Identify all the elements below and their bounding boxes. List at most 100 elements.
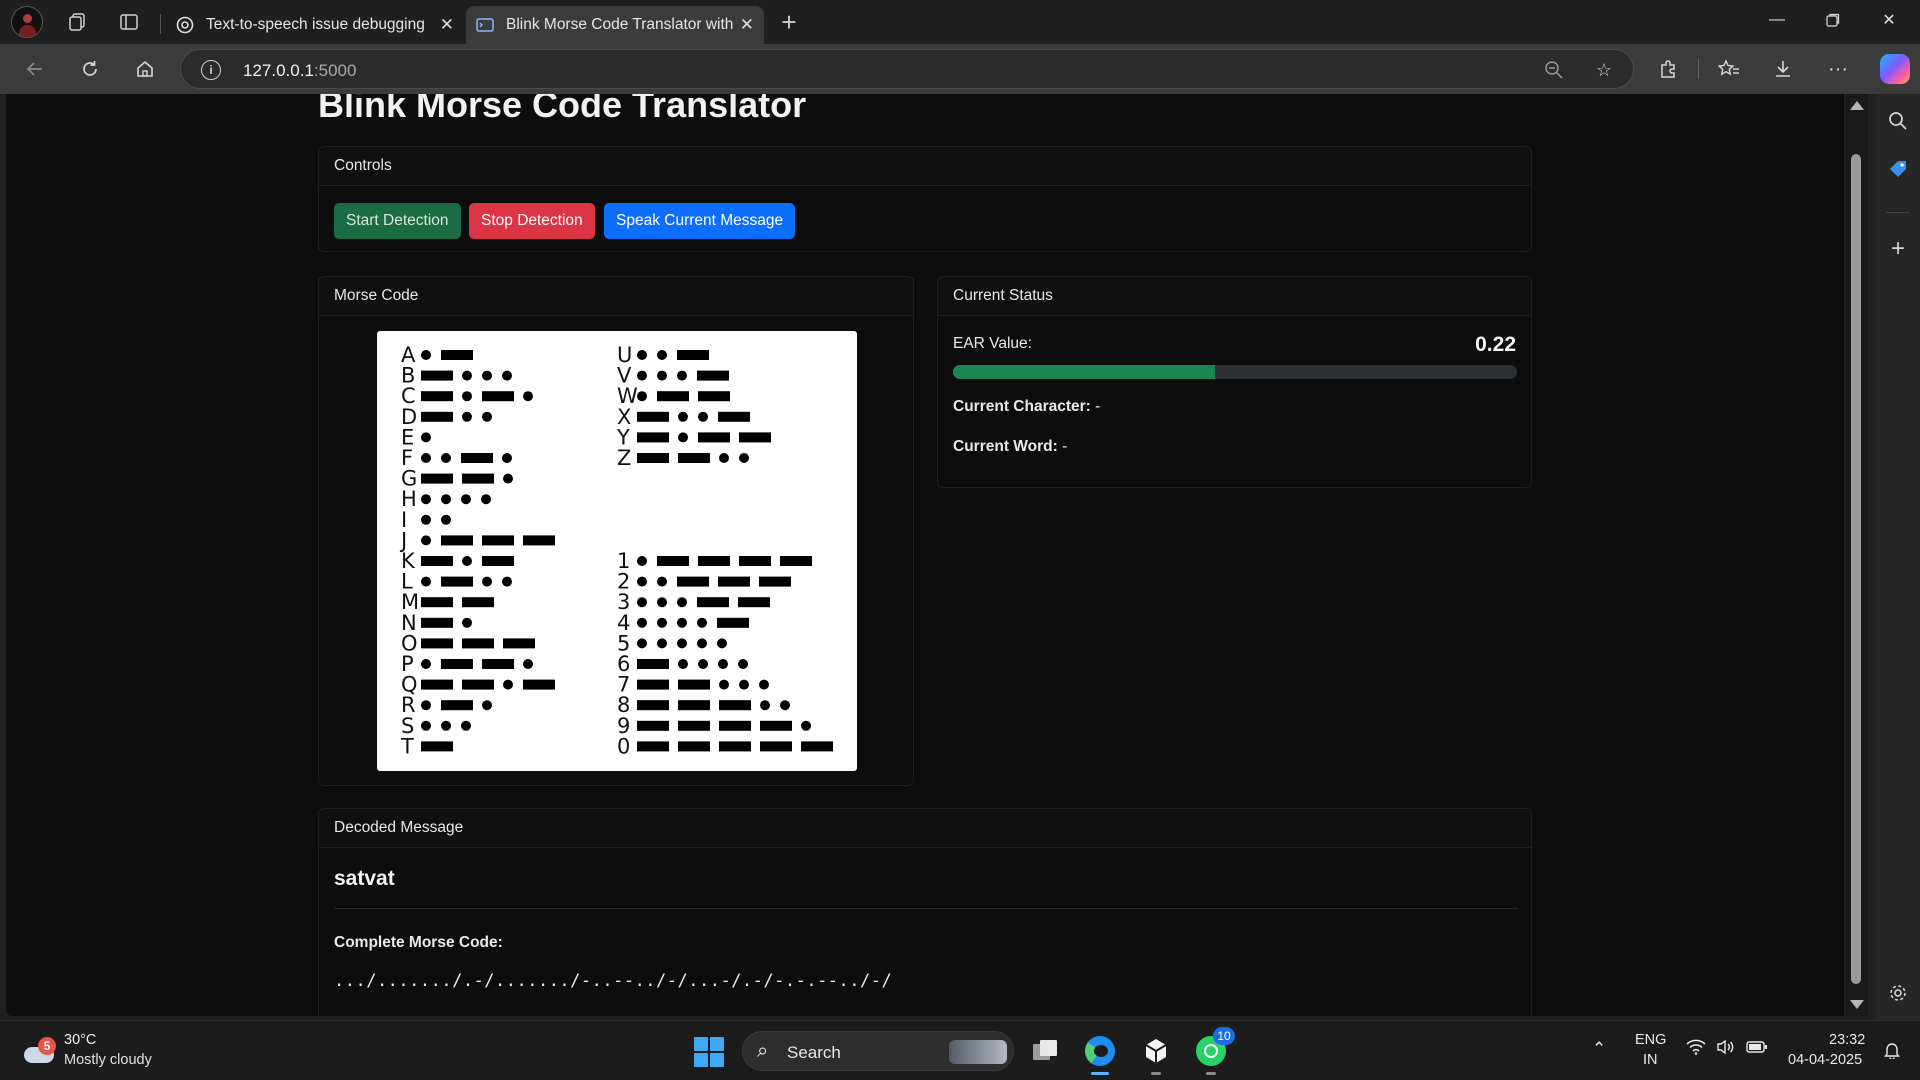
extensions-icon[interactable] xyxy=(1652,54,1684,84)
morse-dot xyxy=(462,411,472,422)
morse-dash xyxy=(441,700,473,711)
morse-dot xyxy=(482,700,492,711)
start-detection-button[interactable]: Start Detection xyxy=(334,203,461,239)
morse-dot xyxy=(421,453,431,463)
morse-dash xyxy=(678,741,710,752)
add-sidebar-app-icon[interactable]: + xyxy=(1883,234,1913,264)
url-text: 127.0.0.1:5000 xyxy=(243,61,357,80)
site-info-icon[interactable]: i xyxy=(201,60,221,80)
morse-dash xyxy=(760,720,792,731)
copilot-icon[interactable] xyxy=(1880,54,1910,84)
more-menu-icon[interactable]: ··· xyxy=(1822,54,1854,84)
show-hidden-icons-icon[interactable]: ⌃ xyxy=(1592,1039,1606,1059)
page-scrollbar[interactable] xyxy=(1846,94,1868,1016)
complete-morse-label: Complete Morse Code: xyxy=(334,934,503,951)
speak-message-button[interactable]: Speak Current Message xyxy=(604,203,796,239)
morse-dash xyxy=(482,391,514,402)
morse-dot xyxy=(698,659,708,669)
search-icon: ⌕ xyxy=(757,1040,769,1062)
task-view-icon[interactable] xyxy=(1028,1033,1064,1069)
restore-icon[interactable] xyxy=(1805,0,1861,40)
tab-blink-morse[interactable]: Blink Morse Code Translator with ✕ xyxy=(466,6,764,44)
stop-detection-button[interactable]: Stop Detection xyxy=(469,203,595,239)
tab-text-to-speech[interactable]: Text-to-speech issue debugging ✕ xyxy=(166,6,464,44)
app-cube-icon[interactable] xyxy=(1138,1033,1174,1075)
morse-code-card: Morse Code ABCDEFGHIJKLMNOPQRSTUVWXYZ123… xyxy=(318,276,914,786)
scroll-up-icon[interactable] xyxy=(1850,101,1864,110)
morse-dot xyxy=(718,659,728,669)
edge-app-icon[interactable] xyxy=(1082,1033,1118,1075)
current-word: Current Word: - xyxy=(953,438,1068,455)
favorites-icon[interactable] xyxy=(1713,54,1745,84)
notifications-icon[interactable] xyxy=(1884,1041,1900,1064)
morse-char-T: T xyxy=(400,734,414,758)
vertical-tabs-icon[interactable] xyxy=(114,8,144,36)
weather-temperature[interactable]: 30°C xyxy=(64,1032,96,1048)
morse-dash xyxy=(482,535,514,546)
close-window-icon[interactable]: ✕ xyxy=(1861,0,1917,40)
morse-dot xyxy=(482,370,492,381)
favorite-star-icon[interactable]: ☆ xyxy=(1591,57,1617,83)
morse-dot xyxy=(637,638,647,649)
morse-dash xyxy=(421,679,453,690)
morse-dash xyxy=(462,597,494,608)
downloads-icon[interactable] xyxy=(1767,54,1799,84)
morse-dash xyxy=(482,659,514,669)
weather-description[interactable]: Mostly cloudy xyxy=(64,1052,152,1068)
morse-dot xyxy=(637,617,647,628)
start-menu-icon[interactable] xyxy=(694,1037,724,1067)
morse-dash xyxy=(637,411,669,422)
new-tab-icon[interactable]: + xyxy=(774,7,804,37)
morse-dot xyxy=(697,638,707,649)
search-highlight-icon xyxy=(949,1040,1007,1064)
clock-time[interactable]: 23:32 xyxy=(1829,1032,1865,1048)
morse-dash xyxy=(760,741,792,752)
status-header: Current Status xyxy=(938,277,1531,316)
weather-badge: 5 xyxy=(38,1037,56,1055)
scroll-down-icon[interactable] xyxy=(1850,1000,1864,1009)
morse-dash xyxy=(461,453,493,463)
morse-dot xyxy=(503,679,513,690)
morse-dot xyxy=(637,597,647,608)
current-character: Current Character: - xyxy=(953,398,1101,415)
zoom-out-icon[interactable] xyxy=(1541,57,1567,83)
address-bar[interactable]: i 127.0.0.1:5000 ☆ xyxy=(180,49,1634,89)
morse-dash xyxy=(698,432,730,443)
back-icon[interactable] xyxy=(19,54,51,84)
ear-label: EAR Value: xyxy=(953,335,1032,352)
profile-avatar[interactable] xyxy=(11,6,43,38)
home-icon[interactable] xyxy=(129,54,161,84)
morse-dot xyxy=(462,556,472,566)
workspaces-icon[interactable] xyxy=(62,8,92,36)
ear-progress-bar xyxy=(953,365,1517,379)
clock-date[interactable]: 04-04-2025 xyxy=(1788,1052,1862,1068)
morse-dot xyxy=(677,617,687,628)
whatsapp-icon[interactable]: 10 xyxy=(1193,1027,1235,1075)
volume-icon[interactable] xyxy=(1716,1039,1736,1060)
weather-icon[interactable]: 5 xyxy=(22,1037,56,1063)
morse-dot xyxy=(677,597,687,608)
battery-icon[interactable] xyxy=(1746,1039,1768,1059)
taskbar-search[interactable]: ⌕ Search xyxy=(742,1031,1014,1071)
language-indicator[interactable]: ENG xyxy=(1635,1032,1666,1048)
region-indicator[interactable]: IN xyxy=(1643,1052,1658,1068)
wifi-icon[interactable] xyxy=(1686,1039,1706,1060)
windows-taskbar: 5 30°C Mostly cloudy ⌕ Search 10 ⌃ ENG I… xyxy=(0,1020,1920,1080)
morse-dot xyxy=(462,370,472,381)
morse-dash xyxy=(462,679,494,690)
shopping-tag-icon[interactable] xyxy=(1883,154,1913,184)
sidebar-search-icon[interactable] xyxy=(1883,106,1913,136)
close-tab-icon[interactable]: ✕ xyxy=(440,15,454,35)
morse-dash xyxy=(719,700,751,711)
morse-dash xyxy=(421,473,453,484)
sidebar-settings-icon[interactable] xyxy=(1883,978,1913,1008)
refresh-icon[interactable] xyxy=(74,54,106,84)
morse-dot xyxy=(637,576,647,587)
minimize-icon[interactable]: — xyxy=(1749,0,1805,40)
morse-dash xyxy=(421,638,453,649)
morse-dash xyxy=(678,453,710,463)
close-tab-icon[interactable]: ✕ xyxy=(740,15,754,35)
morse-dot xyxy=(697,617,707,628)
scrollbar-thumb[interactable] xyxy=(1851,154,1861,984)
morse-dash xyxy=(482,556,514,566)
